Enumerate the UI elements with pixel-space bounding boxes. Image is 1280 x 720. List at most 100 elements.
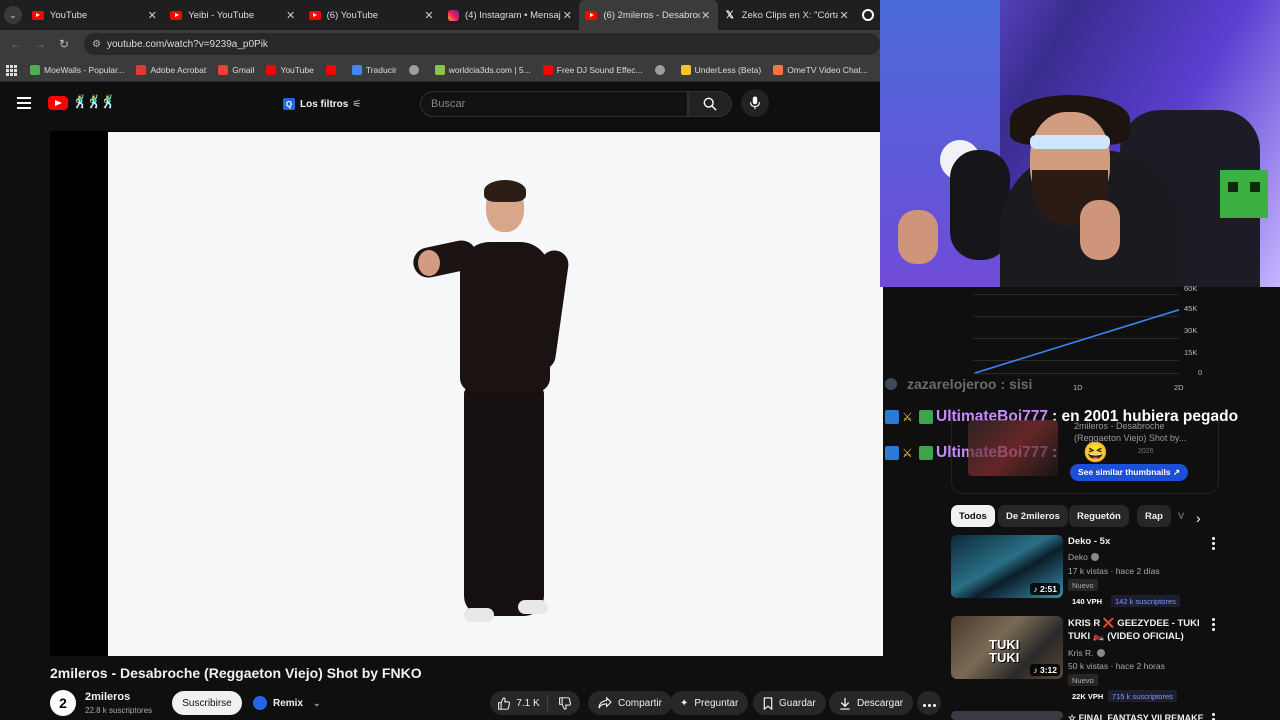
remix-label: Remix: [273, 697, 304, 709]
bookmark[interactable]: MoeWalls - Popular...: [30, 64, 124, 75]
youtube-doodle-icon[interactable]: 🕺🕺🕺: [72, 94, 117, 110]
microphone-icon: [750, 96, 760, 110]
sword-badge-icon: ⚔: [902, 410, 913, 424]
more-actions-button[interactable]: [917, 691, 941, 715]
close-icon[interactable]: ✕: [700, 9, 712, 22]
address-bar: ← → ↻ ⚙ youtube.com/watch?v=9239a_p0Pik: [0, 30, 880, 58]
ask-label: Preguntar: [694, 697, 739, 709]
youtube-icon: [308, 9, 321, 21]
recommendation-item[interactable]: ♪ 2:51 Deko - 5x Deko 17 k vistas · hace…: [951, 535, 1221, 621]
more-vert-icon[interactable]: [1211, 618, 1215, 633]
chip-de-2mileros[interactable]: De 2mileros: [998, 505, 1068, 527]
share-button[interactable]: Compartir: [588, 691, 672, 715]
thumbnail-image: [968, 420, 1058, 476]
more-vert-icon[interactable]: [1211, 537, 1215, 552]
youtube-icon: [31, 9, 44, 21]
bookmark[interactable]: [325, 64, 340, 75]
recommendation-item[interactable]: TUKI TUKI ♪ 3:12 KRIS R ❌ GEEZYDEE - TUKI…: [951, 616, 1221, 702]
bookmark[interactable]: [408, 64, 423, 75]
bookmark[interactable]: OmeTV Video Chat...: [773, 64, 868, 75]
download-button[interactable]: Descargar: [829, 691, 914, 715]
site-settings-icon[interactable]: ⚙: [92, 39, 101, 50]
thumbnail-text: TUKI TUKI: [989, 637, 1020, 665]
bookmark[interactable]: worldcia3ds.com | 5...: [434, 64, 531, 75]
close-icon[interactable]: ✕: [838, 9, 850, 22]
creeper-plush: [1220, 170, 1268, 218]
search-field[interactable]: [420, 91, 688, 117]
chip-todos[interactable]: Todos: [951, 505, 995, 527]
browser-tab[interactable]: YouTube ✕: [26, 0, 164, 30]
menu-icon[interactable]: [17, 97, 31, 109]
youtube-logo-icon[interactable]: [48, 96, 68, 110]
filters-button[interactable]: Q Los filtros ⚟: [283, 94, 361, 114]
recommendation-channel[interactable]: Deko: [1068, 552, 1099, 562]
new-badge: Nuevo: [1068, 579, 1098, 591]
more-vert-icon[interactable]: [1211, 713, 1215, 720]
close-icon[interactable]: ✕: [561, 9, 573, 22]
browser-tab[interactable]: Yeibi - YouTube ✕: [164, 0, 302, 30]
channel-avatar[interactable]: 2: [50, 690, 76, 716]
dislike-button[interactable]: [548, 696, 580, 710]
bookmark-icon: [434, 64, 445, 75]
apps-grid-icon[interactable]: [6, 64, 17, 76]
bookmark-icon: [773, 64, 784, 75]
bookmark[interactable]: Traducir: [351, 64, 397, 75]
url-field[interactable]: ⚙ youtube.com/watch?v=9239a_p0Pik: [84, 33, 880, 55]
voice-search-button[interactable]: [741, 89, 769, 117]
recommendation-channel[interactable]: Kris R.: [1068, 648, 1105, 658]
channel-name[interactable]: 2mileros: [85, 691, 130, 703]
channel-row: 2 2mileros 22.8 k suscriptores Suscribir…: [50, 688, 941, 720]
recommendation-thumbnail[interactable]: TUKI TUKI ♪ 3:12: [951, 616, 1063, 679]
search-button[interactable]: [688, 91, 732, 117]
recommendation-title[interactable]: KRIS R ❌ GEEZYDEE - TUKI TUKI 🏍️ (VIDEO …: [1068, 617, 1208, 643]
vph-badge: 22K VPH: [1072, 691, 1104, 701]
badge-icon: [885, 378, 897, 390]
verified-icon: [1090, 553, 1099, 561]
bookmark[interactable]: Gmail: [218, 64, 254, 75]
video-frame[interactable]: [108, 132, 883, 656]
chip-rap[interactable]: Rap: [1137, 505, 1171, 527]
sub-badge-icon: [919, 445, 933, 460]
recommendation-item[interactable]: ☆ FINAL FANTASY VII REMAKE: [951, 711, 1221, 720]
close-icon[interactable]: ✕: [423, 9, 435, 22]
close-icon[interactable]: ✕: [146, 9, 158, 22]
tab-search-button[interactable]: ⌄: [0, 0, 26, 30]
chip-regueton[interactable]: Reguetón: [1069, 505, 1129, 527]
browser-tab[interactable]: 𝕏 Zeko Clips en X: "Córtam ✕: [718, 0, 856, 30]
bookmark[interactable]: UnderLess (Beta): [680, 64, 761, 75]
recommendation-thumbnail[interactable]: ♪ 2:51: [951, 535, 1063, 598]
bookmark-icon: [763, 696, 773, 710]
browser-tab[interactable]: (4) Instagram • Mensajes ✕: [441, 0, 579, 30]
like-button[interactable]: 7.1 K: [490, 695, 548, 711]
url-text[interactable]: youtube.com/watch?v=9239a_p0Pik: [107, 39, 268, 50]
globe-icon: [654, 64, 665, 75]
recommendation-title[interactable]: ☆ FINAL FANTASY VII REMAKE: [1068, 712, 1208, 720]
remix-icon: [253, 696, 267, 710]
bookmark[interactable]: YouTube: [266, 64, 314, 75]
remix-button[interactable]: Remix ⌄: [253, 691, 321, 715]
bookmark[interactable]: Adobe Acrobat: [136, 64, 206, 75]
verified-icon: [1096, 649, 1105, 657]
chrome-icon[interactable]: [856, 0, 880, 30]
chip-more[interactable]: V: [1170, 505, 1192, 527]
chevron-right-icon[interactable]: ›: [1196, 510, 1201, 526]
reload-icon[interactable]: ↻: [52, 37, 76, 51]
channel-subscribers: 22.8 k suscriptores: [85, 706, 153, 715]
browser-tab-active[interactable]: (6) 2mileros - Desabroche ✕: [579, 0, 718, 30]
save-button[interactable]: Guardar: [753, 691, 826, 715]
bookmark[interactable]: Free DJ Sound Effec...: [542, 64, 643, 75]
recommendation-title[interactable]: Deko - 5x: [1068, 535, 1208, 548]
similar-thumbnails-button[interactable]: See similar thumbnails ↗: [1070, 464, 1189, 481]
subscribe-button[interactable]: Suscribirse: [172, 691, 242, 715]
video-player[interactable]: [50, 131, 883, 656]
youtube-icon: [585, 9, 598, 21]
chat-text: : sisi: [1000, 376, 1033, 392]
forward-icon[interactable]: →: [28, 37, 52, 51]
ask-button[interactable]: ✦ Preguntar: [670, 691, 749, 715]
recommendation-thumbnail[interactable]: [951, 711, 1063, 720]
search-input[interactable]: [431, 98, 687, 110]
back-icon[interactable]: ←: [4, 37, 28, 51]
bookmark[interactable]: [654, 64, 669, 75]
close-icon[interactable]: ✕: [285, 9, 297, 22]
browser-tab[interactable]: (6) YouTube ✕: [303, 0, 441, 30]
